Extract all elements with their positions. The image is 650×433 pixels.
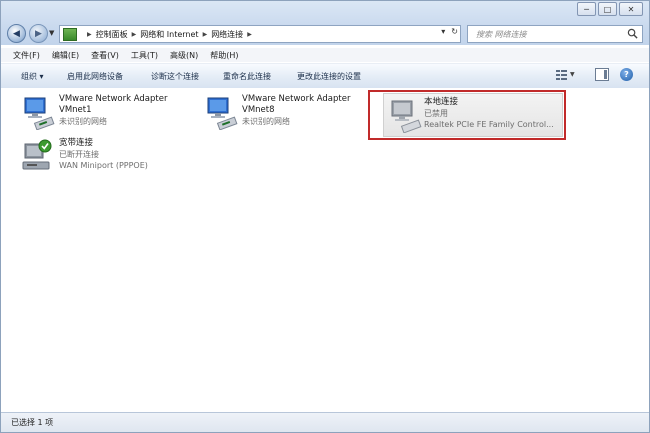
change-settings-button[interactable]: 更改此连接的设置 — [297, 71, 361, 82]
connection-broadband[interactable]: 宽带连接 已断开连接 WAN Miniport (PPPOE) — [19, 138, 189, 184]
connection-vmnet8[interactable]: VMware Network Adapter VMnet8 未识别的网络 — [202, 94, 367, 140]
search-box[interactable]: 搜索 网络连接 — [467, 25, 643, 43]
search-input[interactable]: 搜索 网络连接 — [476, 29, 527, 40]
highlight-annotation-box — [368, 90, 566, 140]
back-button[interactable]: ◀ — [7, 24, 26, 43]
breadcrumb-control-panel[interactable]: 控制面板 — [96, 29, 128, 40]
breadcrumb: ▶ 控制面板 ▶ 网络和 Internet ▶ 网络连接 ▶ — [83, 29, 256, 40]
organize-button[interactable]: 组织 ▾ — [21, 71, 44, 82]
connection-adapter-name: WAN Miniport (PPPOE) — [59, 161, 148, 170]
menu-edit[interactable]: 编辑(E) — [52, 50, 79, 61]
menu-advanced[interactable]: 高级(N) — [170, 50, 198, 61]
recent-pages-dropdown-icon[interactable]: ▼ — [49, 29, 54, 37]
search-icon[interactable] — [627, 28, 638, 39]
breadcrumb-chevron-icon: ▶ — [87, 30, 92, 38]
view-options[interactable]: ▼ — [555, 68, 575, 81]
help-button[interactable]: ? — [620, 68, 633, 81]
connection-text: 宽带连接 已断开连接 WAN Miniport (PPPOE) — [59, 138, 148, 171]
close-button[interactable]: ✕ — [619, 2, 643, 16]
forward-button[interactable]: ▶ — [29, 24, 48, 43]
connection-status: 未识别的网络 — [242, 117, 290, 126]
address-tools: ▾ ↻ — [441, 27, 458, 36]
breadcrumb-network-connections[interactable]: 网络连接 — [211, 29, 243, 40]
address-bar[interactable]: ▶ 控制面板 ▶ 网络和 Internet ▶ 网络连接 ▶ ▾ ↻ — [59, 25, 461, 43]
preview-pane-button[interactable] — [595, 68, 609, 81]
menu-view[interactable]: 查看(V) — [91, 50, 119, 61]
title-bar: ─ □ ✕ ◀ ▶ ▼ ▶ 控制面板 ▶ 网络和 Internet ▶ 网络连接… — [1, 1, 649, 45]
back-arrow-icon: ◀ — [13, 28, 20, 39]
menu-bar: 文件(F) 编辑(E) 查看(V) 工具(T) 高级(N) 帮助(H) — [1, 48, 649, 62]
network-connections-window: ─ □ ✕ ◀ ▶ ▼ ▶ 控制面板 ▶ 网络和 Internet ▶ 网络连接… — [0, 0, 650, 433]
connection-text: VMware Network Adapter VMnet8 未识别的网络 — [242, 94, 350, 127]
connection-title: VMware Network Adapter — [242, 94, 351, 104]
connection-vmnet1[interactable]: VMware Network Adapter VMnet1 未识别的网络 — [19, 94, 189, 140]
breadcrumb-chevron-icon: ▶ — [131, 30, 137, 38]
view-dropdown-icon: ▼ — [570, 71, 575, 78]
connection-text: VMware Network Adapter VMnet1 未识别的网络 — [59, 94, 167, 127]
help-icon: ? — [620, 68, 633, 81]
maximize-button[interactable]: □ — [598, 2, 617, 16]
broadband-connection-icon — [22, 139, 52, 170]
minimize-button[interactable]: ─ — [577, 2, 596, 16]
window-controls: ─ □ ✕ — [577, 2, 643, 16]
diagnose-button[interactable]: 诊断这个连接 — [151, 71, 199, 82]
network-adapter-icon — [24, 97, 55, 130]
command-bar: 组织 ▾ 启用此网络设备 诊断这个连接 重命名此连接 更改此连接的设置 ▼ ? — [1, 63, 649, 89]
rename-button[interactable]: 重命名此连接 — [223, 71, 271, 82]
view-options-icon — [556, 70, 567, 80]
breadcrumb-chevron-icon: ▶ — [247, 30, 252, 38]
connection-adapter-name: VMnet8 — [242, 105, 275, 115]
menu-help[interactable]: 帮助(H) — [210, 50, 238, 61]
status-bar: 已选择 1 项 — [1, 412, 649, 432]
connection-title: VMware Network Adapter — [59, 94, 168, 104]
forward-arrow-icon: ▶ — [35, 28, 42, 39]
menu-tools[interactable]: 工具(T) — [131, 50, 158, 61]
breadcrumb-chevron-icon: ▶ — [202, 30, 208, 38]
preview-pane-icon — [595, 68, 609, 81]
network-adapter-icon — [207, 97, 238, 130]
menu-file[interactable]: 文件(F) — [13, 50, 40, 61]
address-dropdown-icon[interactable]: ▾ — [441, 27, 445, 36]
selection-count: 已选择 1 项 — [11, 418, 54, 427]
connection-title: 宽带连接 — [59, 138, 94, 148]
enable-device-button[interactable]: 启用此网络设备 — [67, 71, 123, 82]
connection-status: 已断开连接 — [59, 150, 99, 159]
connections-list: VMware Network Adapter VMnet1 未识别的网络 VMw… — [1, 88, 649, 406]
breadcrumb-network-internet[interactable]: 网络和 Internet — [140, 29, 198, 40]
connection-status: 未识别的网络 — [59, 117, 107, 126]
refresh-icon[interactable]: ↻ — [451, 27, 458, 36]
control-panel-icon — [63, 27, 77, 41]
connection-adapter-name: VMnet1 — [59, 105, 92, 115]
